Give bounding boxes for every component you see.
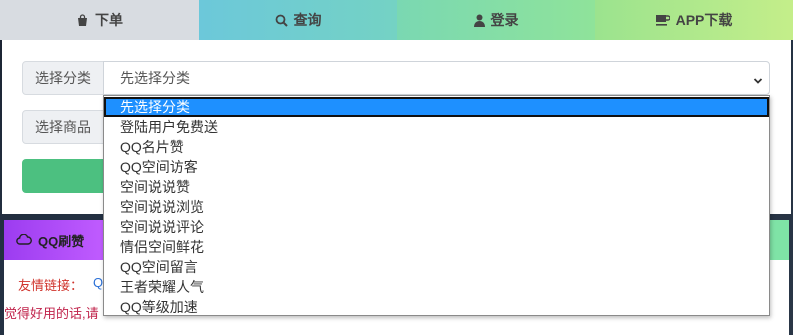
user-icon	[473, 14, 485, 27]
dropdown-option[interactable]: 王者荣耀人气	[104, 277, 769, 297]
friend-links-label: 友情链接：	[18, 278, 84, 293]
dropdown-option[interactable]: 空间说说赞	[104, 177, 769, 197]
search-icon	[275, 14, 288, 27]
category-select-value: 先选择分类	[120, 70, 190, 86]
qq-like-section-header: QQ刷赞	[4, 220, 104, 260]
category-dropdown-list[interactable]: 先选择分类 登陆用户免费送 QQ名片赞 QQ空间访客 空间说说赞 空间说说浏览 …	[103, 95, 770, 316]
coffee-cup-icon	[655, 14, 670, 26]
tab-app-download-label: APP下载	[675, 12, 733, 28]
tab-app-download[interactable]: APP下载	[595, 0, 793, 40]
cloud-icon	[16, 233, 32, 248]
dropdown-option[interactable]: QQ空间留言	[104, 257, 769, 277]
footer-note: 觉得好用的话,请	[4, 306, 99, 321]
dropdown-option[interactable]: QQ名片赞	[104, 137, 769, 157]
chevron-down-icon	[753, 73, 763, 89]
shopping-bag-icon	[76, 13, 89, 27]
dropdown-option[interactable]: QQ空间访客	[104, 157, 769, 177]
category-field-label: 选择分类	[22, 61, 104, 95]
tab-order-label: 下单	[95, 12, 123, 28]
qq-like-title: QQ刷赞	[38, 233, 85, 249]
section-accent-strip	[770, 220, 789, 260]
dropdown-option[interactable]: 空间说说浏览	[104, 197, 769, 217]
category-select[interactable]: 先选择分类	[103, 61, 770, 95]
product-field-label: 选择商品	[22, 110, 104, 144]
dropdown-option[interactable]: 情侣空间鲜花	[104, 237, 769, 257]
top-tab-bar: 下单 查询 登录 APP下载	[0, 0, 793, 40]
dropdown-option[interactable]: 先选择分类	[104, 97, 769, 117]
tab-order[interactable]: 下单	[0, 0, 199, 40]
tab-login-label: 登录	[490, 12, 519, 28]
tab-query[interactable]: 查询	[199, 0, 397, 40]
dropdown-option[interactable]: 登陆用户免费送	[104, 117, 769, 137]
dropdown-option[interactable]: 空间说说评论	[104, 217, 769, 237]
tab-query-label: 查询	[293, 12, 322, 28]
tab-login[interactable]: 登录	[397, 0, 595, 40]
dropdown-option[interactable]: QQ等级加速	[104, 297, 769, 317]
